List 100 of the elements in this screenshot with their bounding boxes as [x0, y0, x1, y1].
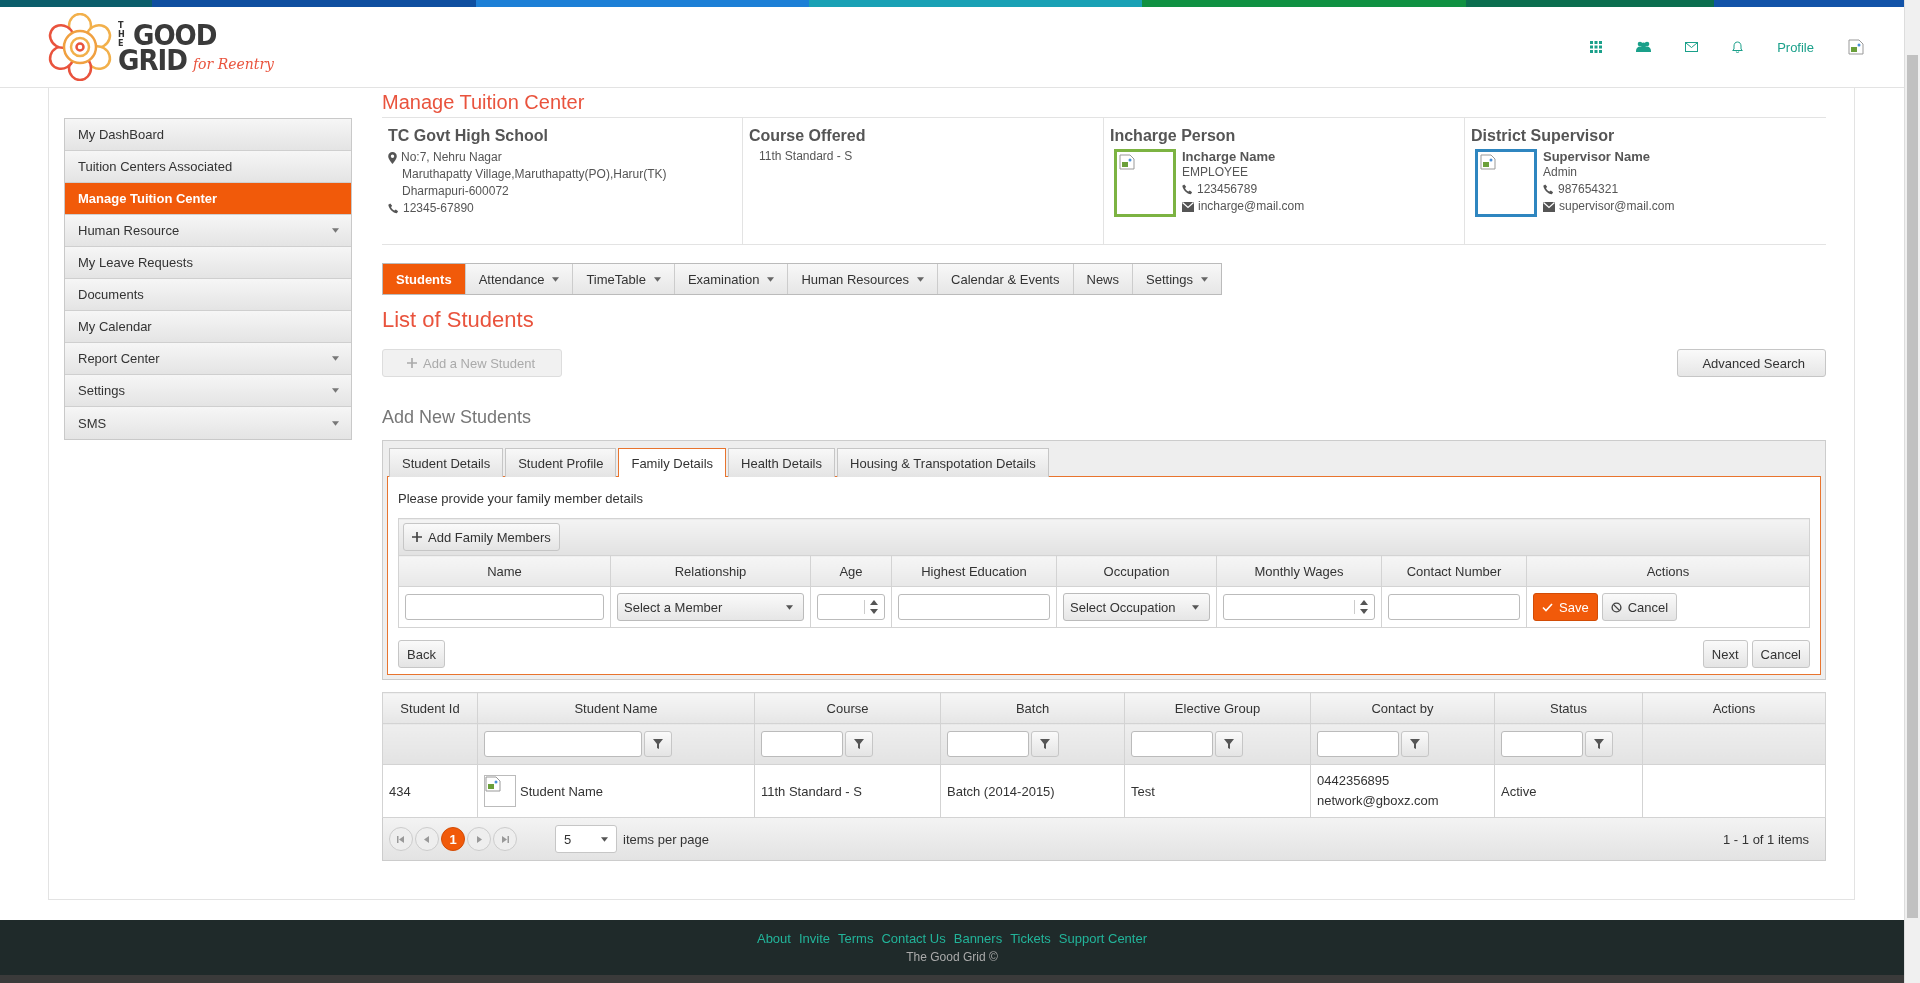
previous-page-button[interactable] [415, 827, 439, 851]
map-marker-icon [388, 151, 397, 164]
filter-field[interactable] [761, 731, 843, 757]
filter-field[interactable] [947, 731, 1029, 757]
caret-icon [552, 276, 560, 282]
filter-button[interactable] [1215, 731, 1243, 757]
apps-grid-icon[interactable] [1590, 41, 1603, 53]
phone-icon [1543, 184, 1554, 195]
select-field[interactable]: Select a Member [617, 593, 804, 621]
caret-icon [332, 388, 339, 393]
pager-arrow-icon [475, 835, 483, 843]
module-tab[interactable]: News [1073, 264, 1133, 294]
module-tab[interactable]: TimeTable [573, 264, 675, 294]
pager-summary: 1 - 1 of 1 items [1723, 831, 1810, 847]
input-field[interactable] [405, 594, 604, 620]
filter-button[interactable] [1585, 731, 1613, 757]
users-icon[interactable] [1636, 41, 1652, 53]
sidebar-item[interactable]: Settings [65, 375, 351, 407]
cancel-button[interactable]: Cancel [1751, 640, 1810, 668]
filter-button[interactable] [644, 731, 672, 757]
scrollbar-thumb[interactable] [1907, 55, 1918, 918]
column-header: Actions [1526, 555, 1810, 587]
add-members-button[interactable]: Add Family Members [403, 523, 560, 551]
back-button[interactable]: Back [398, 640, 445, 668]
filter-field[interactable] [1317, 731, 1399, 757]
caret-icon [1192, 604, 1199, 610]
number-field[interactable] [817, 594, 885, 620]
footer-link[interactable]: Support Center [1058, 931, 1148, 946]
module-tab[interactable]: Settings [1133, 264, 1221, 294]
advanced-search-button[interactable]: Advanced Search [1677, 349, 1826, 377]
spinner-arrows-icon [1360, 600, 1368, 614]
footer-link[interactable]: Invite [798, 931, 831, 946]
caret-icon [786, 604, 793, 610]
input-field[interactable] [1388, 594, 1520, 620]
filter-icon [653, 739, 663, 749]
sidebar-item[interactable]: My DashBoard [65, 119, 351, 151]
broken-image-icon [1119, 154, 1135, 170]
email-text: supervisor@mail.com [1559, 198, 1675, 215]
number-field[interactable] [1223, 594, 1375, 620]
ban-icon [1610, 601, 1622, 613]
phone-icon [388, 203, 399, 214]
logo-text: GOOD [133, 23, 217, 48]
footer-link[interactable]: Banners [953, 931, 1003, 946]
last-page-button[interactable] [493, 827, 517, 851]
instruction-text: Please provide your family member details [398, 491, 644, 506]
filter-button[interactable] [845, 731, 873, 757]
form-tab[interactable]: Housing & Transpotation Details [837, 448, 1049, 477]
column-header: Actions [1642, 692, 1826, 724]
page-size-label: items per page [623, 831, 709, 847]
bell-icon[interactable] [1732, 41, 1744, 53]
column-header: Course [754, 692, 941, 724]
next-button[interactable]: Next [1702, 640, 1748, 668]
footer-link[interactable]: Terms [838, 931, 874, 946]
mail-icon[interactable] [1685, 42, 1699, 52]
page-title: Manage Tuition Center [382, 90, 586, 115]
broken-image-icon [1848, 39, 1864, 55]
module-tab[interactable]: Attendance [465, 264, 574, 294]
sidebar-item[interactable]: My Leave Requests [65, 247, 351, 279]
table-cell: 434 [382, 764, 478, 818]
column-header: Status [1494, 692, 1643, 724]
contact-text: network@gboxz.com [1317, 792, 1440, 810]
column-header: Monthly Wages [1216, 555, 1382, 587]
caret-icon [601, 836, 608, 842]
filter-button[interactable] [1031, 731, 1059, 757]
phone-icon [1182, 184, 1193, 195]
envelope-icon [1182, 201, 1194, 212]
sidebar-item[interactable]: Documents [65, 279, 351, 311]
broken-image-icon [485, 776, 501, 792]
sidebar-item[interactable]: My Calendar [65, 311, 351, 343]
next-page-button[interactable] [467, 827, 491, 851]
filter-field[interactable] [1501, 731, 1583, 757]
select-field[interactable]: Select Occupation [1063, 593, 1210, 621]
sidebar-item[interactable]: Tuition Centers Associated [65, 151, 351, 183]
page-size-select[interactable]: 5 [555, 825, 617, 853]
caret-icon [332, 228, 339, 233]
broken-image-icon [1480, 154, 1496, 170]
cancel-button[interactable]: Cancel [1601, 593, 1678, 621]
form-tab[interactable]: Health Details [728, 448, 835, 477]
pager-arrow-icon [501, 835, 509, 843]
form-tab[interactable]: Student Profile [505, 448, 617, 477]
filter-field[interactable] [484, 731, 642, 757]
role-text: EMPLOYEE [1182, 164, 1250, 181]
module-tab[interactable]: Calendar & Events [938, 264, 1074, 294]
form-tab[interactable]: Family Details [618, 448, 727, 477]
input-field[interactable] [898, 594, 1050, 620]
form-tab[interactable]: Student Details [389, 448, 504, 477]
filter-icon [1594, 739, 1604, 749]
footer-link[interactable]: Tickets [1010, 931, 1051, 946]
filter-field[interactable] [1131, 731, 1213, 757]
sidebar-item[interactable]: Report Center [65, 343, 351, 375]
filter-button[interactable] [1401, 731, 1429, 757]
footer-link[interactable]: About [756, 931, 791, 946]
caret-icon [653, 276, 661, 282]
first-page-button[interactable] [389, 827, 413, 851]
footer-link[interactable]: Contact Us [881, 931, 946, 946]
sidebar-item[interactable]: Human Resource [65, 215, 351, 247]
module-tab[interactable]: Human Resources [788, 264, 939, 294]
column-header: Relationship [610, 555, 811, 587]
module-tab[interactable]: Examination [674, 264, 789, 294]
sidebar-item[interactable]: SMS [65, 407, 351, 439]
